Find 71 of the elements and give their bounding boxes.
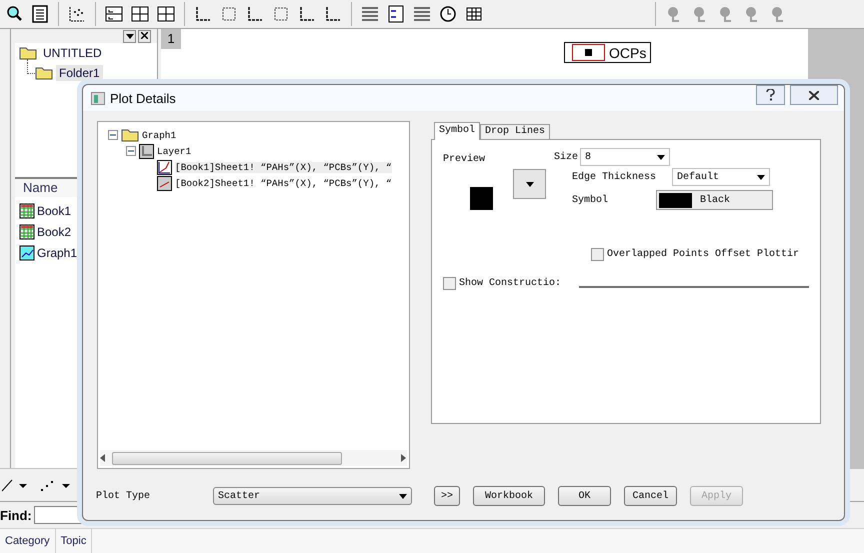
find-label: Find: [0, 508, 32, 522]
list-item[interactable]: Book2 [37, 224, 72, 238]
clock-icon[interactable] [438, 4, 458, 24]
scrollbar[interactable] [100, 450, 407, 466]
folder-icon [19, 46, 37, 60]
tree-item[interactable]: Graph1 [142, 130, 176, 140]
preview-label: Preview [443, 154, 486, 165]
lines-icon[interactable] [412, 4, 432, 24]
dropdown-button[interactable] [123, 30, 136, 42]
edge-thickness-select[interactable]: Default [672, 168, 770, 186]
layout-icon[interactable] [130, 4, 150, 24]
square-icon [585, 49, 592, 56]
lines-icon[interactable] [360, 4, 380, 24]
tree-item[interactable]: UNTITLED [40, 45, 105, 61]
dialog-button[interactable]: OK [558, 486, 611, 506]
symbol-preview [470, 187, 493, 210]
close-button[interactable] [138, 30, 151, 42]
tree-item[interactable]: Layer1 [157, 146, 192, 156]
collapse-icon[interactable] [126, 146, 136, 156]
caret-icon [757, 174, 765, 180]
plot-icon [157, 176, 172, 190]
window-icon [91, 92, 105, 104]
color-button[interactable]: Black [656, 190, 773, 210]
scroll-right-icon[interactable] [401, 454, 407, 462]
tab[interactable]: Drop Lines [480, 124, 550, 140]
page-icon[interactable] [30, 4, 50, 24]
graph-icon [19, 244, 35, 260]
close-icon [141, 32, 148, 38]
size-select[interactable]: 8 [580, 148, 670, 166]
tab[interactable]: Symbol [434, 122, 480, 140]
dialog-button[interactable]: Workbook [473, 486, 545, 506]
layout-icon[interactable] [104, 4, 124, 24]
spreadsheet-icon [19, 202, 35, 218]
checkbox[interactable]: Show Constructio: [443, 277, 562, 290]
tree-item[interactable]: [Book2]Sheet1! “PAHs”(X), “PCBs”(Y), “ [175, 178, 392, 188]
window-title: Plot Details [110, 90, 177, 106]
size-label: Size [554, 152, 576, 162]
dialog-button[interactable]: Cancel [624, 486, 677, 506]
tree-item[interactable]: Folder1 [56, 65, 103, 81]
plot-icon [157, 160, 172, 174]
caret-icon [657, 154, 665, 160]
plot-type-select[interactable]: Scatter [213, 487, 412, 505]
caret-icon [399, 494, 407, 498]
symbol-color-label: Symbol [572, 194, 610, 206]
close-icon [809, 90, 819, 100]
edge-thickness-label: Edge Thickness [572, 172, 658, 182]
layout-icon[interactable] [156, 4, 176, 24]
list-item[interactable]: Book1 [37, 204, 72, 218]
scroll-left-icon[interactable] [100, 454, 106, 462]
tab[interactable]: Topic [56, 529, 92, 553]
help-button[interactable] [756, 85, 785, 105]
triangle-icon [526, 182, 534, 186]
layer-tab[interactable]: 1 [161, 29, 181, 49]
legend-icon[interactable] [386, 4, 406, 24]
legend-text: OCPs [609, 44, 646, 60]
shape-button[interactable] [513, 169, 546, 199]
folder-icon [35, 66, 53, 80]
collapse-icon[interactable] [108, 130, 118, 140]
plot-type-label: Plot Type [96, 490, 152, 502]
question-icon [766, 89, 775, 101]
caret-icon [126, 34, 134, 38]
layer-icon [139, 144, 154, 158]
dialog-button[interactable]: >> [434, 486, 460, 506]
folder-icon [121, 128, 139, 142]
list-item[interactable]: Graph1 [37, 246, 78, 260]
spreadsheet-icon [19, 224, 35, 240]
tree-item[interactable]: [Book1]Sheet1! “PAHs”(X), “PCBs”(Y), “ [175, 162, 392, 172]
scatter-icon[interactable] [67, 4, 87, 24]
close-button[interactable] [790, 85, 838, 105]
checkbox[interactable]: Overlapped Points Offset Plottir [443, 248, 800, 261]
tab[interactable]: Category [0, 529, 56, 553]
